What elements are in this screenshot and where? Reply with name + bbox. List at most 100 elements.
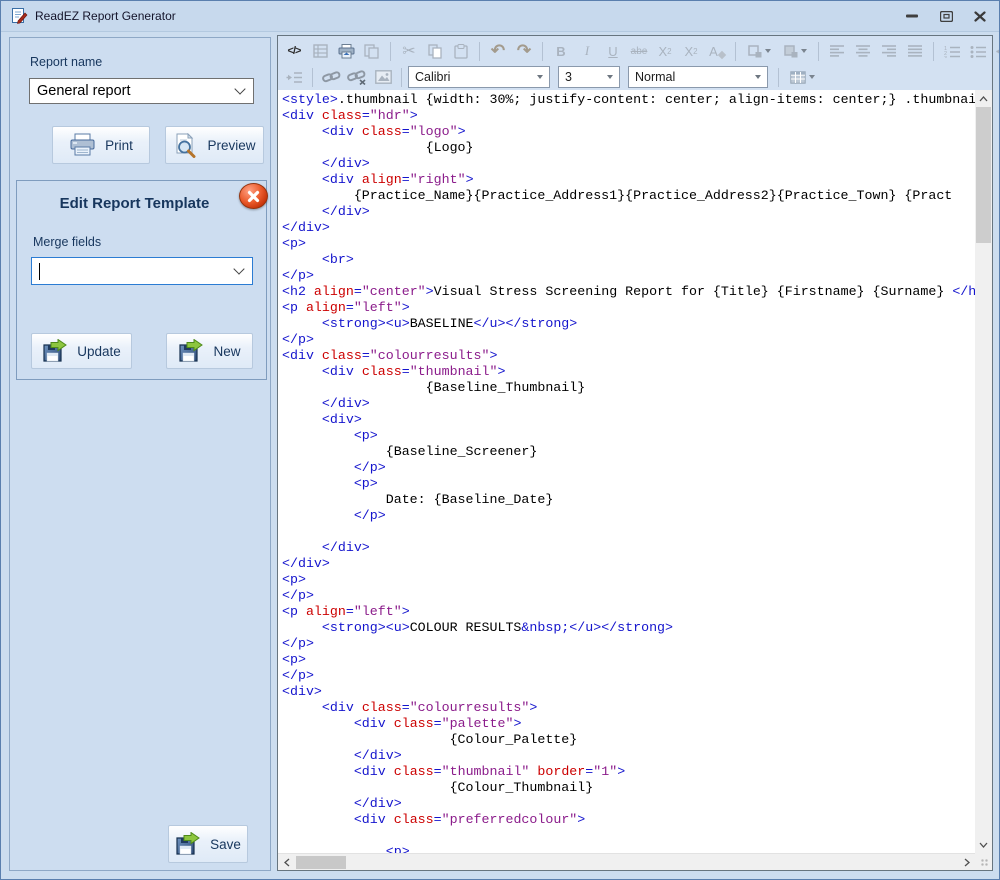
toolbar-separator [401,68,402,87]
new-button[interactable]: New [166,333,253,369]
subscript-mark: 2 [693,47,697,56]
app-window: ReadEZ Report Generator Report n [0,0,1000,880]
panel-close-button[interactable] [239,183,268,209]
minimize-icon [906,14,918,18]
code-view-button[interactable]: </> [282,39,306,63]
image-button[interactable] [371,65,395,89]
chevron-left-icon [284,858,290,867]
code-line: <p> [282,476,975,492]
printer-icon [69,133,96,157]
code-line: </p> [282,636,975,652]
align-center-button[interactable] [851,39,875,63]
copy-page-button[interactable] [360,39,384,63]
scissors-icon: ✂ [402,41,415,61]
strikethrough-button[interactable]: abe [627,39,651,63]
report-name-combobox[interactable]: General report [29,78,254,104]
minimize-button[interactable] [905,9,919,23]
superscript-icon: X [658,44,667,59]
italic-icon: I [585,43,589,59]
code-line: </p> [282,668,975,684]
scroll-up-button[interactable] [975,90,992,107]
superscript-button[interactable]: X2 [653,39,677,63]
code-line: </p> [282,508,975,524]
subscript-button[interactable]: X2 [679,39,703,63]
report-name-label: Report name [30,55,102,69]
dropdown-arrow-icon [755,75,761,79]
bold-button[interactable]: B [549,39,573,63]
code-line: <div class="thumbnail"> [282,364,975,380]
background-color-button[interactable] [778,39,812,63]
font-color-button[interactable]: A [705,39,729,63]
sidebar: Report name General report Print [9,37,271,871]
copy-page-icon [364,44,380,59]
edit-template-title: Edit Report Template [17,195,252,212]
preview-icon [173,133,198,158]
merge-fields-combobox[interactable] [31,257,253,285]
horizontal-scrollbar[interactable] [278,853,975,870]
toolbar-separator [778,68,779,87]
fields-button[interactable] [308,39,332,63]
save-floppy-icon [42,339,68,363]
justify-button[interactable] [903,39,927,63]
underline-button[interactable]: U [601,39,625,63]
unlink-button[interactable] [345,65,369,89]
toolbar-separator [390,42,391,61]
print-toolbar-button[interactable] [334,39,358,63]
increase-indent-icon [286,71,302,84]
code-line: <div class="palette"> [282,716,975,732]
app-icon [11,8,28,24]
paragraph-style-value: Normal [635,70,675,84]
edit-template-panel: Edit Report Template Merge fields Update [16,180,267,380]
print-button[interactable]: Print [52,126,150,164]
new-label: New [213,344,240,359]
redo-button[interactable]: ↷ [512,39,536,63]
copy-button[interactable] [423,39,447,63]
save-floppy-icon [178,339,204,363]
close-button[interactable] [973,9,987,23]
italic-button[interactable]: I [575,39,599,63]
border-style-button[interactable] [742,39,776,63]
unlink-icon [347,70,367,85]
resize-grip-icon[interactable] [981,859,989,867]
undo-button[interactable]: ↶ [486,39,510,63]
link-button[interactable] [319,65,343,89]
table-button[interactable] [785,65,819,89]
horizontal-scroll-thumb[interactable] [296,856,346,869]
code-editor[interactable]: <style>.thumbnail {width: 30%; justify-c… [278,90,975,853]
update-button[interactable]: Update [31,333,132,369]
font-size-combobox[interactable]: 3 [558,66,620,88]
font-family-combobox[interactable]: Calibri [408,66,550,88]
image-icon [375,70,392,84]
save-floppy-icon [175,832,201,856]
paste-button[interactable] [449,39,473,63]
printer-icon [338,44,355,59]
align-right-button[interactable] [877,39,901,63]
code-line: <div class="logo"> [282,124,975,140]
scroll-left-button[interactable] [278,854,295,871]
window-title: ReadEZ Report Generator [35,9,176,23]
decrease-indent-button[interactable] [992,39,1000,63]
code-line: <strong><u>BASELINE</u></strong> [282,316,975,332]
increase-indent-button[interactable] [282,65,306,89]
table-icon [790,71,806,84]
cut-button[interactable]: ✂ [397,39,421,63]
preview-button[interactable]: Preview [165,126,264,164]
numbered-list-button[interactable]: 123 [940,39,964,63]
bullet-list-button[interactable] [966,39,990,63]
print-label: Print [105,138,133,153]
scroll-right-button[interactable] [958,854,975,871]
fill-frame-icon [784,45,798,58]
scrollbar-corner [975,853,992,870]
merge-fields-label: Merge fields [33,235,101,249]
code-line: </div> [282,796,975,812]
scroll-down-button[interactable] [975,836,992,853]
code-icon: </> [288,45,301,57]
vertical-scrollbar[interactable] [975,90,992,853]
paragraph-style-combobox[interactable]: Normal [628,66,768,88]
dropdown-arrow-icon [607,75,613,79]
vertical-scroll-thumb[interactable] [976,107,991,243]
align-left-button[interactable] [825,39,849,63]
save-button[interactable]: Save [168,825,248,863]
chevron-right-icon [964,858,970,867]
maximize-button[interactable] [939,9,953,23]
